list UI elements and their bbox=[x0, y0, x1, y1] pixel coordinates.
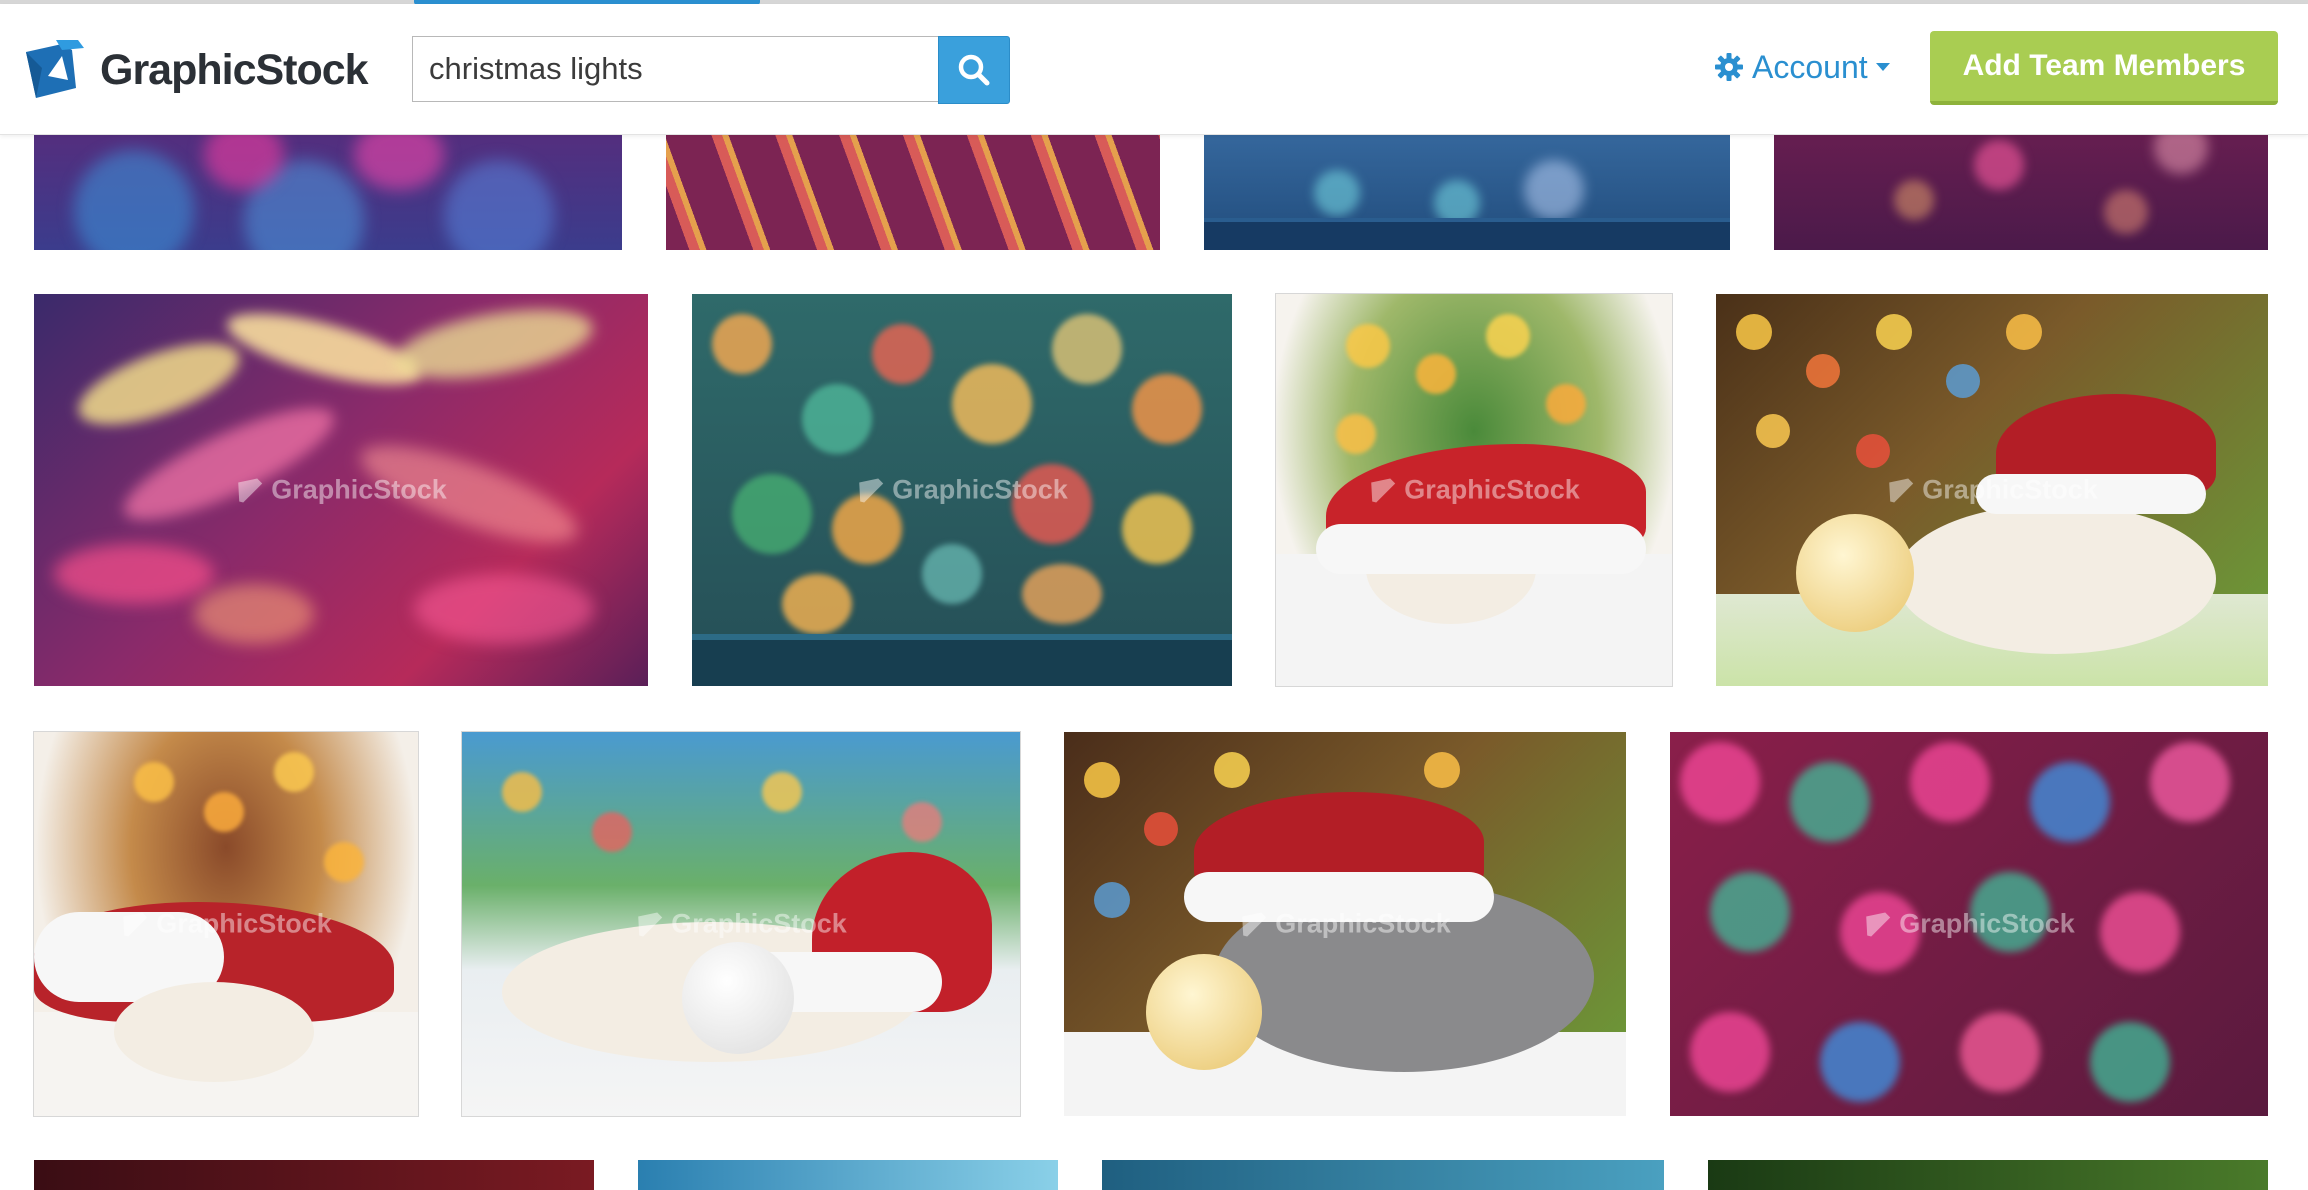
caret-down-icon bbox=[1875, 63, 1890, 71]
watermark: GraphicStock bbox=[635, 909, 847, 940]
graphicstock-logo-icon bbox=[238, 478, 263, 502]
watermark: GraphicStock bbox=[235, 475, 447, 506]
graphicstock-logo-icon bbox=[1889, 478, 1914, 502]
graphicstock-logo-icon bbox=[638, 912, 663, 936]
watermark: GraphicStock bbox=[1863, 909, 2075, 940]
graphicstock-logo-icon bbox=[26, 40, 84, 98]
image-tile-6[interactable]: GraphicStock bbox=[692, 294, 1232, 686]
search-button[interactable] bbox=[938, 36, 1010, 104]
graphicstock-logo-icon bbox=[859, 478, 884, 502]
watermark: GraphicStock bbox=[1368, 475, 1580, 506]
brand-logo[interactable]: GraphicStock bbox=[22, 38, 369, 102]
image-tile-14[interactable] bbox=[638, 1160, 1058, 1190]
search-bar bbox=[412, 36, 1010, 104]
watermark: GraphicStock bbox=[1239, 909, 1451, 940]
search-icon bbox=[958, 54, 990, 86]
gear-icon bbox=[1715, 53, 1743, 81]
add-team-members-button[interactable]: Add Team Members bbox=[1930, 31, 2278, 105]
image-tile-8[interactable]: GraphicStock bbox=[1716, 294, 2268, 686]
image-tile-7[interactable]: GraphicStock bbox=[1276, 294, 1672, 686]
graphicstock-logo-icon bbox=[123, 912, 148, 936]
image-tile-9[interactable]: GraphicStock bbox=[34, 732, 418, 1116]
account-menu[interactable]: Account bbox=[1714, 44, 1890, 90]
image-tile-16[interactable] bbox=[1708, 1160, 2268, 1190]
account-label: Account bbox=[1752, 48, 1868, 85]
image-tile-15[interactable] bbox=[1102, 1160, 1664, 1190]
image-tile-13[interactable] bbox=[34, 1160, 594, 1190]
image-tile-5[interactable]: GraphicStock bbox=[34, 294, 648, 686]
watermark: GraphicStock bbox=[1886, 475, 2098, 506]
search-input[interactable] bbox=[412, 36, 938, 102]
graphicstock-logo-icon bbox=[1866, 912, 1891, 936]
image-tile-12[interactable]: GraphicStock bbox=[1670, 732, 2268, 1116]
graphicstock-logo-icon bbox=[1371, 478, 1396, 502]
watermark: GraphicStock bbox=[120, 909, 332, 940]
image-tile-10[interactable]: GraphicStock bbox=[462, 732, 1020, 1116]
graphicstock-logo-icon bbox=[1242, 912, 1267, 936]
watermark: GraphicStock bbox=[856, 475, 1068, 506]
site-header: GraphicStock Account bbox=[0, 4, 2308, 135]
brand-name: GraphicStock bbox=[100, 45, 369, 94]
image-tile-11[interactable]: GraphicStock bbox=[1064, 732, 1626, 1116]
